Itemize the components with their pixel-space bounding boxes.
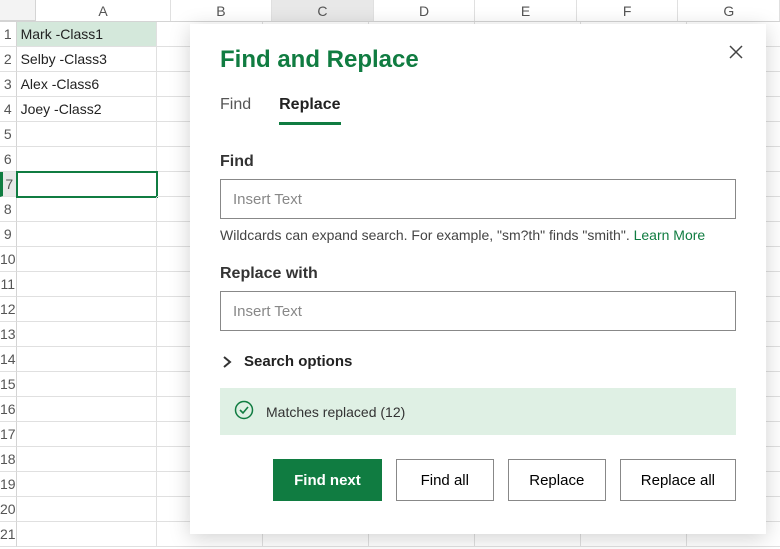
cell[interactable] (17, 397, 157, 422)
find-next-button[interactable]: Find next (273, 459, 382, 501)
row-header[interactable]: 1 (0, 22, 17, 47)
cell[interactable] (17, 447, 157, 472)
row-header[interactable]: 2 (0, 47, 17, 72)
find-replace-dialog: Find and Replace Find Replace Find Wildc… (190, 24, 766, 534)
hint-text: Wildcards can expand search. For example… (220, 227, 634, 243)
row-header[interactable]: 13 (0, 322, 17, 347)
row-headers: 123456789101112131415161718192021 (0, 22, 17, 547)
column-header[interactable]: G (678, 0, 780, 21)
find-label: Find (220, 153, 736, 171)
cell[interactable] (17, 222, 157, 247)
find-input[interactable] (220, 179, 736, 219)
select-all-corner[interactable] (0, 0, 36, 21)
cell[interactable] (17, 122, 157, 147)
search-options-label: Search options (244, 353, 352, 370)
dialog-title: Find and Replace (220, 46, 736, 74)
row-header[interactable]: 16 (0, 397, 17, 422)
cell[interactable] (17, 522, 157, 547)
learn-more-link[interactable]: Learn More (634, 227, 706, 243)
row-header[interactable]: 15 (0, 372, 17, 397)
dialog-buttons: Find next Find all Replace Replace all (220, 459, 736, 501)
row-header[interactable]: 11 (0, 272, 17, 297)
replace-button[interactable]: Replace (508, 459, 606, 501)
cell[interactable]: Selby -Class3 (17, 47, 157, 72)
cell[interactable]: Joey -Class2 (17, 97, 157, 122)
cell[interactable] (17, 422, 157, 447)
row-header[interactable]: 10 (0, 247, 17, 272)
column-headers: ABCDEFG (0, 0, 780, 22)
row-header[interactable]: 20 (0, 497, 17, 522)
column-header[interactable]: E (475, 0, 577, 21)
cell[interactable]: Mark -Class1 (17, 22, 157, 47)
cell[interactable] (17, 297, 157, 322)
row-header[interactable]: 17 (0, 422, 17, 447)
column-header[interactable]: F (577, 0, 679, 21)
column-header[interactable]: A (36, 0, 170, 21)
row-header[interactable]: 5 (0, 122, 17, 147)
cell[interactable] (17, 472, 157, 497)
row-header[interactable]: 8 (0, 197, 17, 222)
row-header[interactable]: 18 (0, 447, 17, 472)
replace-input[interactable] (220, 291, 736, 331)
status-banner: Matches replaced (12) (220, 388, 736, 435)
status-text: Matches replaced (12) (266, 404, 405, 420)
cell[interactable] (17, 147, 157, 172)
row-header[interactable]: 19 (0, 472, 17, 497)
row-header[interactable]: 7 (0, 172, 17, 197)
row-header[interactable]: 6 (0, 147, 17, 172)
find-hint: Wildcards can expand search. For example… (220, 227, 736, 243)
column-header[interactable]: B (171, 0, 273, 21)
replace-all-button[interactable]: Replace all (620, 459, 736, 501)
row-header[interactable]: 4 (0, 97, 17, 122)
cell[interactable] (17, 347, 157, 372)
tab-replace[interactable]: Replace (279, 96, 340, 125)
search-options-toggle[interactable]: Search options (220, 353, 736, 370)
column-header[interactable]: C (272, 0, 374, 21)
replace-label: Replace with (220, 265, 736, 283)
close-icon[interactable] (724, 40, 748, 64)
column-header[interactable]: D (374, 0, 476, 21)
check-circle-icon (234, 400, 254, 423)
cell[interactable] (17, 172, 157, 197)
row-header[interactable]: 14 (0, 347, 17, 372)
tab-find[interactable]: Find (220, 96, 251, 125)
row-header[interactable]: 21 (0, 522, 17, 547)
cell[interactable] (17, 322, 157, 347)
cell[interactable] (17, 197, 157, 222)
row-header[interactable]: 9 (0, 222, 17, 247)
row-header[interactable]: 3 (0, 72, 17, 97)
cell[interactable] (17, 372, 157, 397)
cell[interactable] (17, 497, 157, 522)
chevron-right-icon (220, 355, 234, 369)
find-all-button[interactable]: Find all (396, 459, 494, 501)
cell[interactable] (17, 247, 157, 272)
tabs: Find Replace (220, 96, 736, 125)
cell[interactable] (17, 272, 157, 297)
row-header[interactable]: 12 (0, 297, 17, 322)
cell[interactable]: Alex -Class6 (17, 72, 157, 97)
